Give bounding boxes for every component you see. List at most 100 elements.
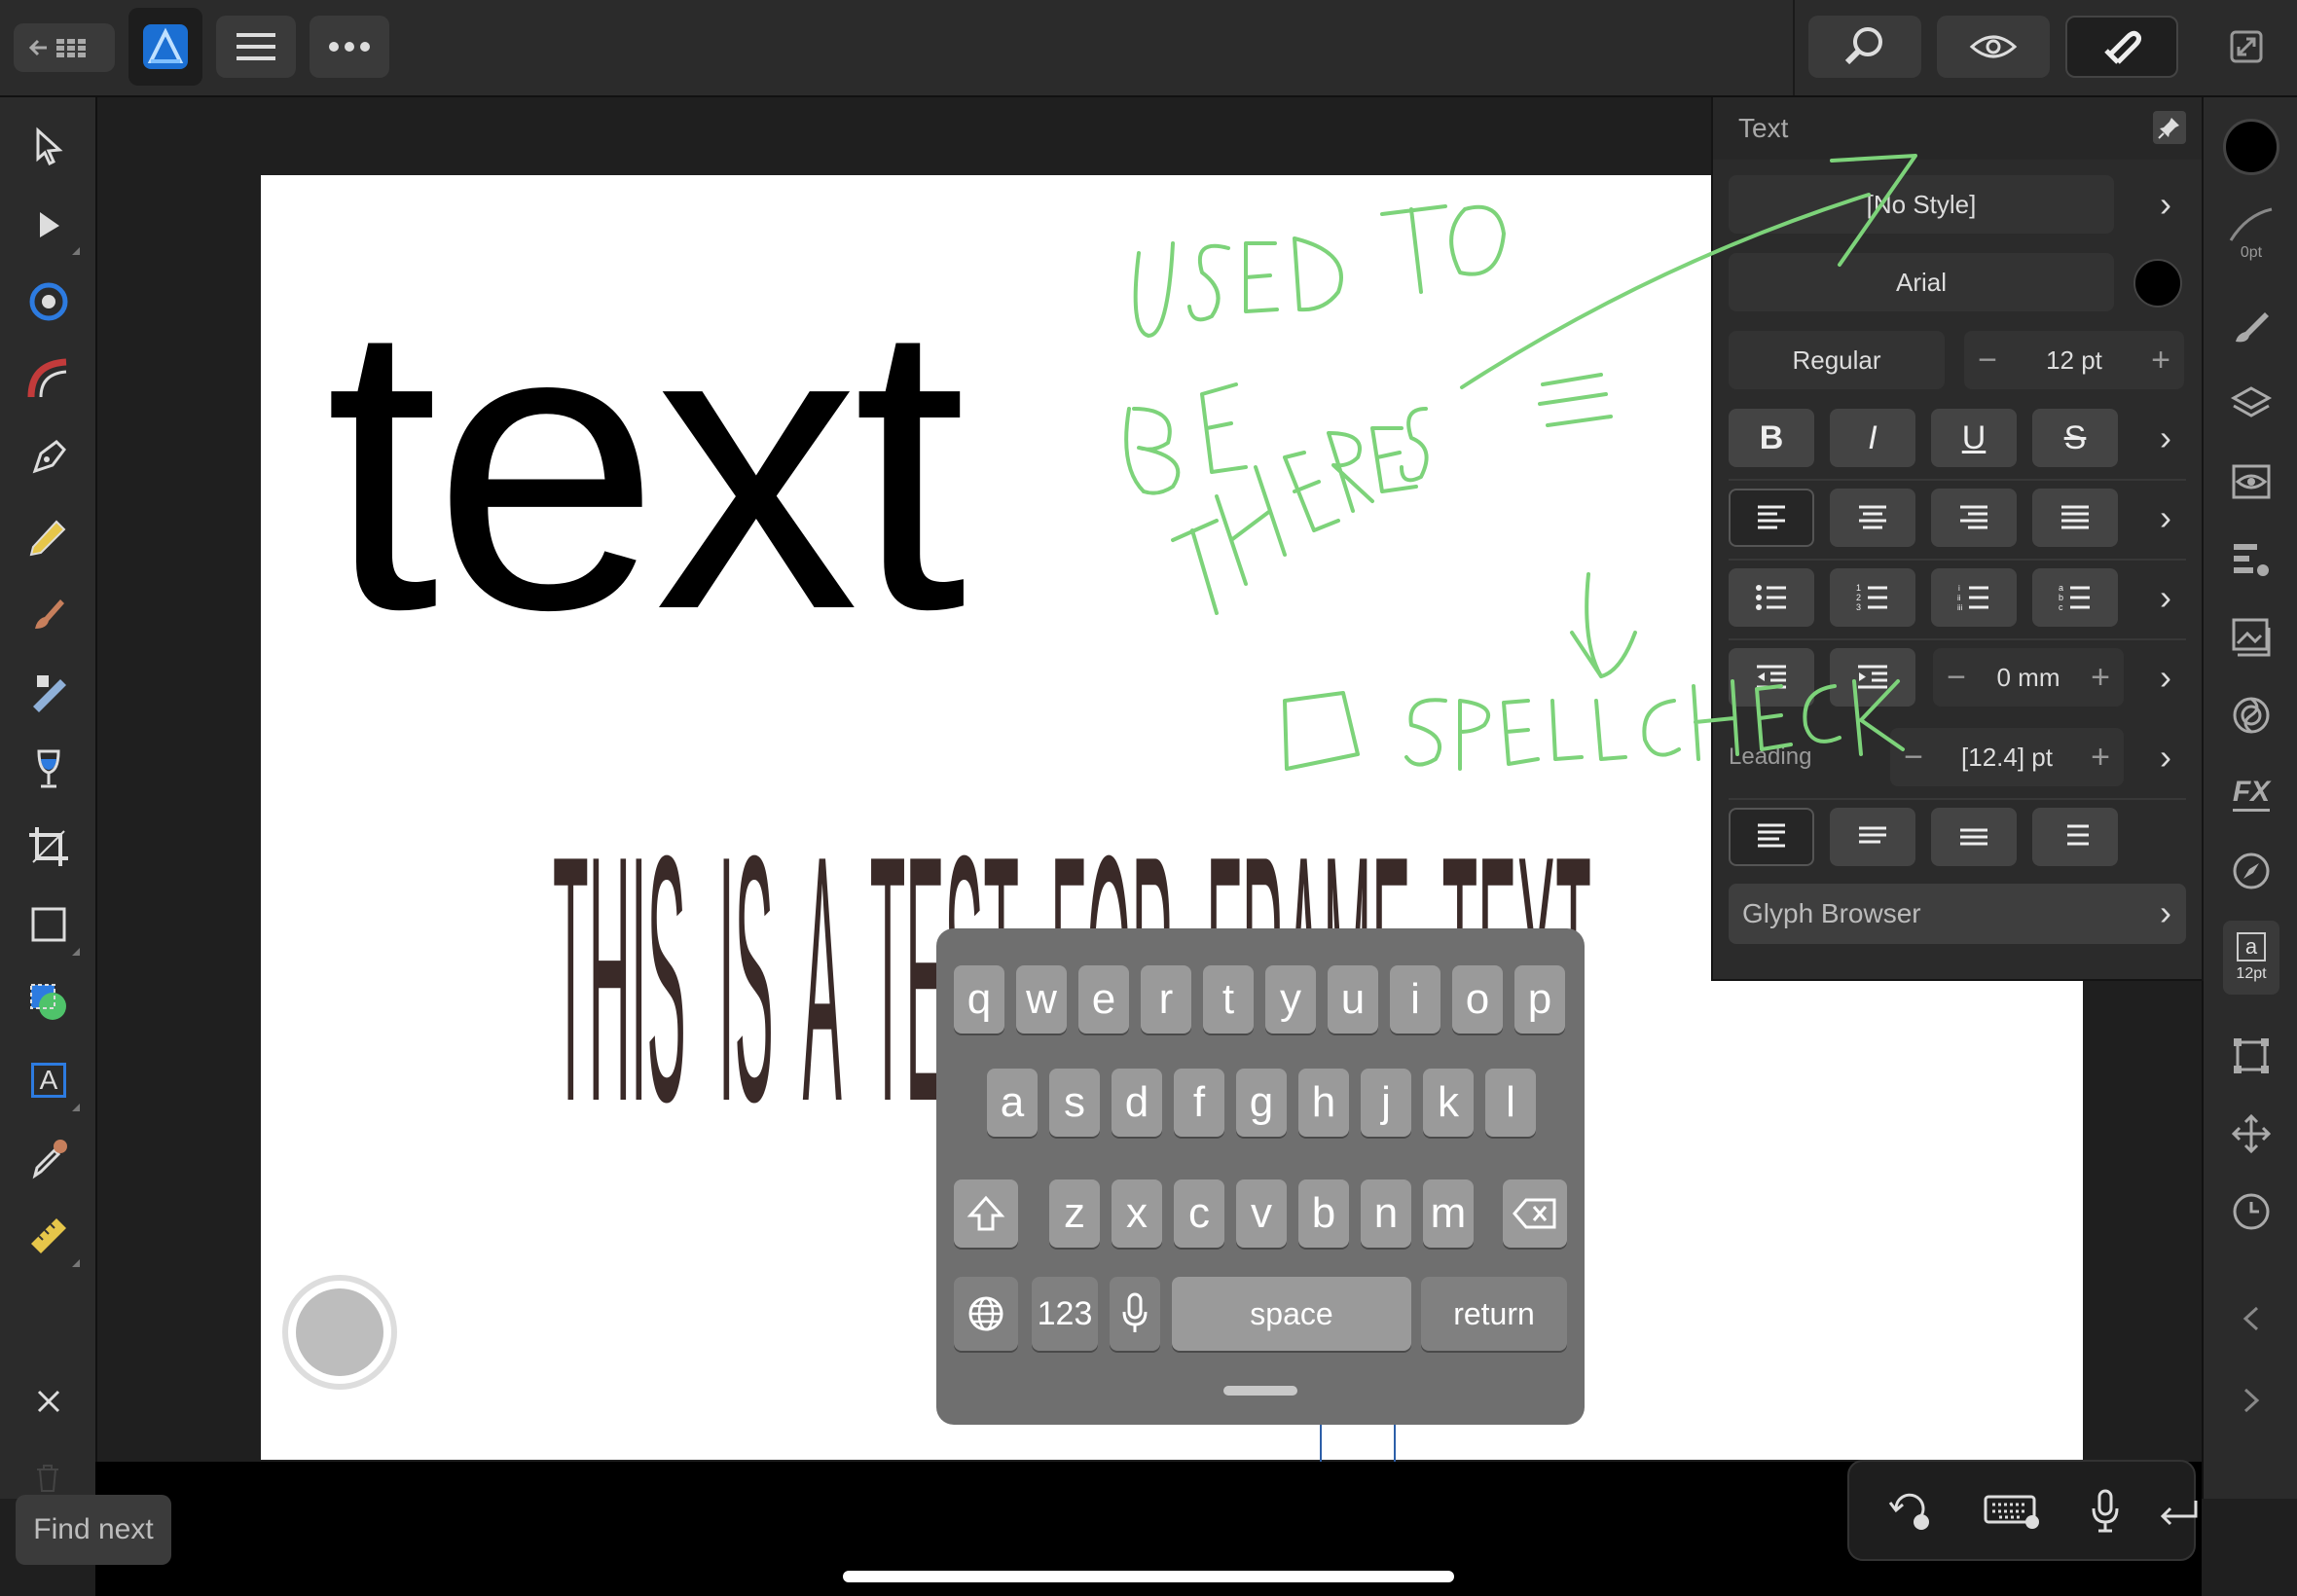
fullscreen-button[interactable] xyxy=(2229,29,2264,69)
crop-tool[interactable] xyxy=(21,819,76,874)
home-indicator[interactable] xyxy=(843,1571,1454,1582)
vertical-align-top-button[interactable] xyxy=(1729,808,1814,866)
key-s[interactable]: s xyxy=(1049,1069,1100,1137)
transparency-panel-button[interactable] xyxy=(2223,843,2279,899)
rectangle-tool[interactable] xyxy=(21,897,80,956)
back-to-gallery-button[interactable] xyxy=(14,23,115,72)
key-v[interactable]: v xyxy=(1236,1179,1287,1248)
key-w[interactable]: w xyxy=(1016,965,1067,1034)
appearance-panel-button[interactable] xyxy=(2223,453,2279,510)
key-c[interactable]: c xyxy=(1174,1179,1224,1248)
view-mode-button[interactable] xyxy=(1937,16,2050,78)
leading-increase-button[interactable]: + xyxy=(2081,738,2120,777)
return-key[interactable]: return xyxy=(1421,1277,1567,1351)
glyph-browser-button[interactable]: Glyph Browser xyxy=(1729,884,2186,944)
align-right-button[interactable] xyxy=(1931,489,2017,547)
corner-tool[interactable] xyxy=(21,274,76,329)
key-l[interactable]: l xyxy=(1485,1069,1536,1137)
key-b[interactable]: b xyxy=(1298,1179,1349,1248)
align-left-button[interactable] xyxy=(1729,489,1814,547)
decrease-indent-button[interactable] xyxy=(1729,648,1814,707)
delete-key[interactable] xyxy=(1503,1179,1567,1248)
navigator-panel-button[interactable] xyxy=(2223,1106,2279,1162)
color-picker-tool[interactable] xyxy=(21,1131,76,1185)
indent-decrease-button[interactable]: − xyxy=(1937,658,1976,697)
lettered-list-button[interactable]: abc xyxy=(2032,568,2118,627)
layers-panel-button[interactable] xyxy=(2223,376,2279,432)
space-key[interactable]: space xyxy=(1172,1277,1411,1351)
style-more-chevron[interactable]: › xyxy=(2151,184,2180,224)
glyph-browser-chevron[interactable]: › xyxy=(2151,892,2180,932)
globe-key[interactable] xyxy=(954,1277,1018,1351)
indent-more-chevron[interactable]: › xyxy=(2151,657,2180,697)
fill-color-swatch[interactable] xyxy=(2223,119,2279,175)
pixel-tool[interactable] xyxy=(21,664,76,718)
lists-more-chevron[interactable]: › xyxy=(2151,577,2180,617)
size-increase-button[interactable]: + xyxy=(2141,341,2180,380)
paragraph-style-field[interactable]: [No Style] xyxy=(1729,175,2114,234)
key-t[interactable]: t xyxy=(1203,965,1254,1034)
stroke-button[interactable]: 0pt xyxy=(2223,195,2279,272)
key-q[interactable]: q xyxy=(954,965,1004,1034)
key-h[interactable]: h xyxy=(1298,1069,1349,1137)
key-a[interactable]: a xyxy=(987,1069,1038,1137)
roman-list-button[interactable]: i ii iii xyxy=(1931,568,2017,627)
font-weight-field[interactable]: Regular xyxy=(1729,331,1945,389)
pencil-tool[interactable] xyxy=(21,508,76,562)
numbered-list-button[interactable]: 123 xyxy=(1830,568,1915,627)
indent-increase-button[interactable]: + xyxy=(2081,658,2120,697)
size-decrease-button[interactable]: − xyxy=(1968,341,2007,380)
increase-indent-button[interactable] xyxy=(1830,648,1915,707)
key-d[interactable]: d xyxy=(1112,1069,1162,1137)
underline-button[interactable]: U xyxy=(1931,409,2017,467)
bullet-list-button[interactable] xyxy=(1729,568,1814,627)
shift-key[interactable] xyxy=(954,1179,1018,1248)
decorations-more-chevron[interactable]: › xyxy=(2151,417,2180,457)
vertical-align-bottom-button[interactable] xyxy=(1931,808,2017,866)
styles-panel-button[interactable] xyxy=(2223,609,2279,666)
pin-panel-button[interactable] xyxy=(2153,111,2186,144)
spacing-more-chevron[interactable]: › xyxy=(2151,737,2180,777)
font-color-swatch[interactable] xyxy=(2133,259,2182,308)
fx-panel-button[interactable]: FX xyxy=(2223,765,2279,821)
indent-stepper[interactable]: − 0 mm + xyxy=(1933,648,2124,707)
brush-tool[interactable] xyxy=(21,586,76,640)
vertical-justify-button[interactable] xyxy=(2032,808,2118,866)
bold-button[interactable]: B xyxy=(1729,409,1814,467)
leading-decrease-button[interactable]: − xyxy=(1894,738,1933,777)
collapse-right-button[interactable] xyxy=(2223,1372,2279,1429)
contour-tool[interactable] xyxy=(21,352,76,407)
undo-options-button[interactable] xyxy=(1886,1489,1933,1537)
pen-tool[interactable] xyxy=(21,430,76,485)
fill-tool[interactable] xyxy=(21,742,76,796)
measure-tool[interactable] xyxy=(21,1209,80,1267)
key-z[interactable]: z xyxy=(1049,1179,1100,1248)
key-x[interactable]: x xyxy=(1112,1179,1162,1248)
font-size-stepper[interactable]: − 12 pt + xyxy=(1964,331,2184,389)
key-n[interactable]: n xyxy=(1361,1179,1411,1248)
snapping-button[interactable] xyxy=(2065,16,2178,78)
artistic-text[interactable]: text xyxy=(325,263,966,671)
key-u[interactable]: u xyxy=(1328,965,1378,1034)
assistive-touch-button[interactable] xyxy=(282,1275,397,1390)
move-tool[interactable] xyxy=(21,119,76,173)
effects-list-button[interactable] xyxy=(2223,531,2279,588)
app-persona-button[interactable] xyxy=(128,8,202,86)
key-i[interactable]: i xyxy=(1390,965,1440,1034)
find-next-button[interactable]: Find next xyxy=(16,1495,171,1565)
more-button[interactable] xyxy=(310,16,389,78)
leading-stepper[interactable]: − [12.4] pt + xyxy=(1890,728,2124,786)
dictation-button[interactable] xyxy=(2091,1489,2120,1539)
key-g[interactable]: g xyxy=(1236,1069,1287,1137)
align-center-button[interactable] xyxy=(1830,489,1915,547)
transform-panel-button[interactable] xyxy=(2223,1028,2279,1084)
text-tool[interactable]: A xyxy=(21,1053,80,1111)
text-panel-button[interactable]: a 12pt xyxy=(2223,921,2279,995)
justify-button[interactable] xyxy=(2032,489,2118,547)
return-button[interactable] xyxy=(2157,1497,2200,1535)
key-y[interactable]: y xyxy=(1265,965,1316,1034)
brushes-panel-button[interactable] xyxy=(2223,298,2279,354)
italic-button[interactable]: I xyxy=(1830,409,1915,467)
key-o[interactable]: o xyxy=(1452,965,1503,1034)
font-family-field[interactable]: Arial xyxy=(1729,253,2114,311)
